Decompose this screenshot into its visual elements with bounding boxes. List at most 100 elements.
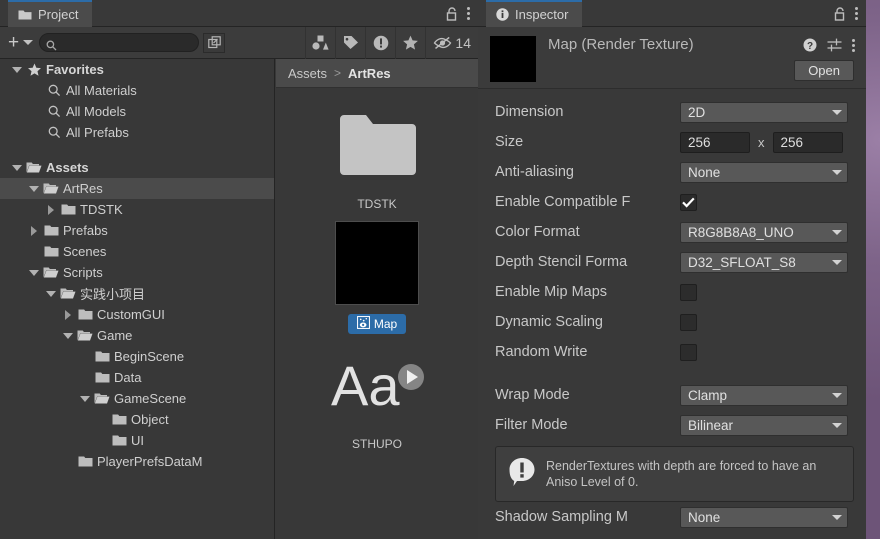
tree-item-assets[interactable]: Assets	[0, 157, 274, 178]
lock-open-icon[interactable]	[446, 6, 458, 21]
breadcrumb-current[interactable]: ArtRes	[348, 66, 391, 81]
dropdown-dimension[interactable]: 2D	[680, 101, 848, 123]
tree-item-customgui[interactable]: CustomGUI	[0, 304, 274, 325]
dropdown-value: None	[688, 509, 721, 525]
tree-item-scripts[interactable]: Scripts	[0, 262, 274, 283]
kebab-menu-icon[interactable]	[852, 38, 855, 52]
font-icon: Aa	[331, 354, 424, 415]
property-label: Depth Stencil Forma	[495, 254, 628, 270]
open-button[interactable]: Open	[794, 60, 854, 81]
chevron-down-icon[interactable]	[61, 332, 75, 339]
asset-preview-thumbnail	[490, 36, 536, 82]
tree-item-playerprefsdatam[interactable]: PlayerPrefsDataM	[0, 451, 274, 472]
size-width-input[interactable]: 256	[680, 131, 750, 153]
help-icon[interactable]: ?	[803, 38, 817, 52]
filter-by-favorite-button[interactable]	[395, 26, 425, 59]
folder-open-icon	[41, 182, 61, 195]
tree-item-favorites[interactable]: Favorites	[0, 59, 274, 80]
tree-item-scenes[interactable]: Scenes	[0, 241, 274, 262]
lock-open-icon[interactable]	[834, 6, 846, 21]
checkbox-enable-compatible-f[interactable]	[680, 193, 697, 211]
tree-label: ArtRes	[63, 181, 103, 196]
tab-inspector-label: Inspector	[515, 7, 569, 22]
folder-icon	[109, 413, 129, 426]
chevron-right-icon[interactable]	[61, 309, 75, 320]
asset-grid: TDSTK Map Aa STHUPO	[276, 88, 478, 453]
property-label: Color Format	[495, 224, 580, 240]
filter-by-type-button[interactable]	[305, 26, 335, 59]
dropdown-filter-mode[interactable]: Bilinear	[680, 414, 848, 436]
chevron-right-icon[interactable]	[27, 225, 41, 236]
checkbox-enable-mip-maps[interactable]	[680, 283, 697, 301]
project-toolbar: + 14	[0, 26, 478, 59]
kebab-menu-icon[interactable]	[467, 7, 470, 20]
tree-label: GameScene	[114, 391, 187, 406]
folder-thumbnail	[338, 102, 416, 186]
project-tab-actions	[446, 0, 470, 27]
tree-label: Scenes	[63, 244, 107, 259]
search-expand-button[interactable]	[203, 32, 226, 53]
inspector-header: Map (Render Texture) ? Open	[478, 27, 866, 89]
filter-by-error-button[interactable]	[365, 26, 395, 59]
assets-tree-list: Assets ArtRes TDSTK Prefabs Scenes Scripts 实践小…	[0, 157, 274, 472]
asset-item-folder[interactable]: TDSTK	[276, 102, 478, 213]
tree-item-gamescene[interactable]: GameScene	[0, 388, 274, 409]
dropdown-shadow-sampling-m[interactable]: None	[680, 506, 848, 528]
create-asset-button[interactable]: +	[8, 33, 34, 52]
unity-editor-screenshot: Project Inspector + 14 Favorites All Mat…	[0, 0, 880, 539]
dropdown-value: Clamp	[688, 387, 728, 403]
dropdown-wrap-mode[interactable]: Clamp	[680, 384, 848, 406]
chevron-down-icon[interactable]	[27, 269, 41, 276]
asset-label: TDSTK	[357, 197, 397, 211]
tree-item-object[interactable]: Object	[0, 409, 274, 430]
tree-label: TDSTK	[80, 202, 123, 217]
tab-project[interactable]: Project	[8, 0, 93, 27]
property-row-dynamic-scaling: Dynamic Scaling	[478, 307, 866, 337]
tree-item-ui[interactable]: UI	[0, 430, 274, 451]
property-label: Anti-aliasing	[495, 164, 574, 180]
chevron-down-icon[interactable]	[44, 290, 58, 297]
property-label: Wrap Mode	[495, 387, 570, 403]
inspector-group-gap	[478, 367, 866, 380]
help-box-text: RenderTextures with depth are forced to …	[546, 459, 817, 489]
chevron-down-icon[interactable]	[27, 185, 41, 192]
tree-item-实践小项目[interactable]: 实践小项目	[0, 283, 274, 304]
chevron-down-icon[interactable]	[78, 395, 92, 402]
tab-inspector[interactable]: Inspector	[486, 0, 583, 27]
dropdown-color-format[interactable]: R8G8B8A8_UNO	[680, 221, 848, 243]
chevron-down-icon[interactable]	[10, 66, 24, 73]
tree-item-all-models[interactable]: All Models	[0, 101, 274, 122]
star-icon	[24, 63, 44, 77]
checkbox-random-write[interactable]	[680, 343, 697, 361]
inspector-panel: Map (Render Texture) ? Open Dimension 2D…	[478, 27, 866, 539]
search-input[interactable]	[58, 36, 191, 49]
dropdown-anti-aliasing[interactable]: None	[680, 161, 848, 183]
property-row-color-format: Color Format R8G8B8A8_UNO	[478, 217, 866, 247]
tree-item-all-prefabs[interactable]: All Prefabs	[0, 122, 274, 143]
checkbox-dynamic-scaling[interactable]	[680, 313, 697, 331]
chevron-down-icon	[832, 514, 842, 520]
tree-item-beginscene[interactable]: BeginScene	[0, 346, 274, 367]
search-field[interactable]	[39, 33, 200, 52]
tree-item-data[interactable]: Data	[0, 367, 274, 388]
asset-item-font[interactable]: Aa STHUPO	[276, 342, 478, 453]
chevron-right-icon[interactable]	[44, 204, 58, 215]
hidden-assets-toggle[interactable]: 14	[425, 26, 478, 59]
asset-item-map[interactable]: Map	[276, 221, 478, 334]
tree-item-game[interactable]: Game	[0, 325, 274, 346]
chevron-down-icon[interactable]	[10, 164, 24, 171]
tree-item-prefabs[interactable]: Prefabs	[0, 220, 274, 241]
tree-item-tdstk[interactable]: TDSTK	[0, 199, 274, 220]
dropdown-value: 2D	[688, 104, 706, 120]
tree-item-artres[interactable]: ArtRes	[0, 178, 274, 199]
dropdown-depth-stencil-forma[interactable]: D32_SFLOAT_S8	[680, 251, 848, 273]
preset-settings-icon[interactable]	[827, 38, 842, 52]
property-label: Enable Mip Maps	[495, 284, 608, 300]
size-height-input[interactable]: 256	[772, 131, 843, 153]
kebab-menu-icon[interactable]	[855, 7, 858, 20]
filter-by-label-button[interactable]	[335, 26, 365, 59]
shapes-icon	[312, 35, 330, 50]
tree-item-all-materials[interactable]: All Materials	[0, 80, 274, 101]
breadcrumb-root[interactable]: Assets	[288, 66, 327, 81]
